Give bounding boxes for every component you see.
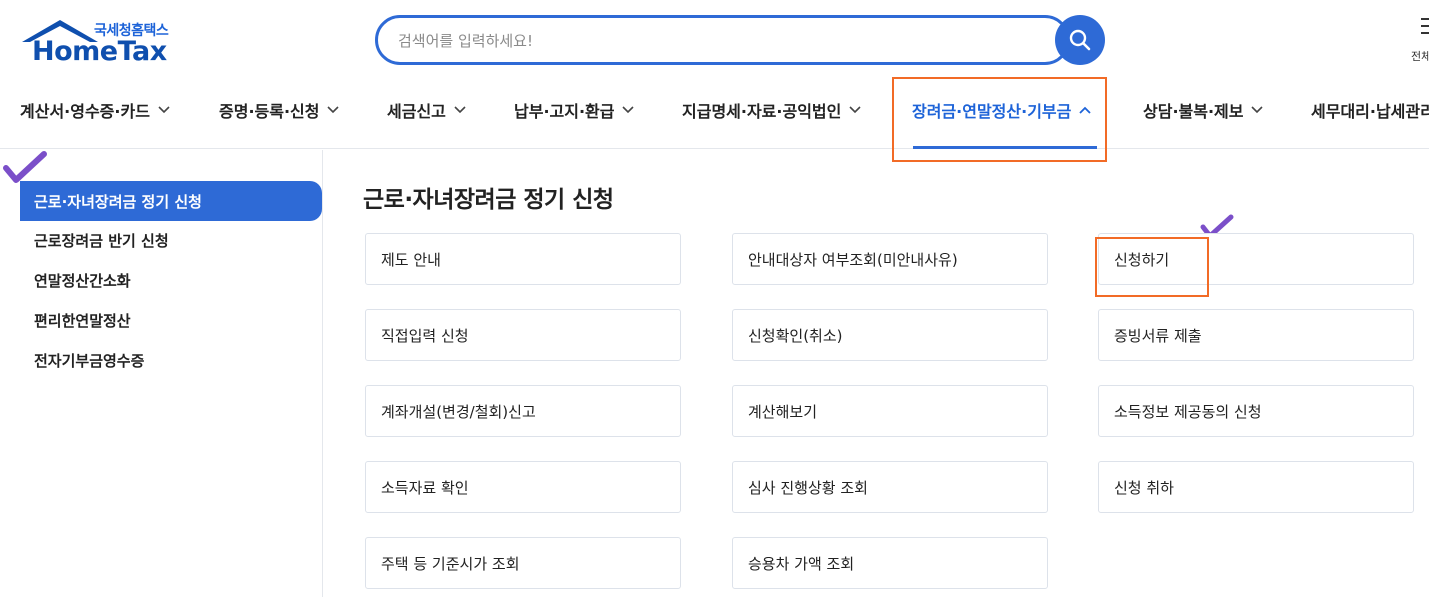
nav-item-invoice[interactable]: 계산서·영수증·카드	[20, 97, 170, 123]
chevron-down-icon	[454, 106, 466, 114]
card-housing-price[interactable]: 주택 등 기준시가 조회	[365, 537, 681, 589]
sidebar-item-label: 근로·자녀장려금 정기 신청	[34, 192, 202, 211]
nav-item-tax-return[interactable]: 세금신고	[387, 97, 466, 123]
card-eligibility-check[interactable]: 안내대상자 여부조회(미안내사유)	[732, 233, 1048, 285]
nav-item-certificate[interactable]: 증명·등록·신청	[219, 97, 340, 123]
card-label: 심사 진행상황 조회	[748, 478, 868, 497]
sidebar-item-label: 연말정산간소화	[34, 271, 131, 290]
hometax-logo[interactable]: 국세청홈택스 HomeTax	[20, 16, 180, 68]
card-direct-input[interactable]: 직접입력 신청	[365, 309, 681, 361]
nav-label: 납부·고지·환급	[514, 102, 615, 121]
logo-title: HomeTax	[32, 36, 167, 67]
all-menu-label: 전체메뉴	[1411, 50, 1429, 63]
card-confirm-cancel[interactable]: 신청확인(취소)	[732, 309, 1048, 361]
chevron-down-icon	[849, 106, 861, 114]
card-label: 소득자료 확인	[381, 478, 469, 497]
search-box	[375, 15, 1070, 65]
card-label: 계산해보기	[748, 402, 818, 421]
sidebar-item-donation-receipt[interactable]: 전자기부금영수증	[20, 340, 322, 380]
hamburger-icon	[1421, 18, 1429, 39]
chevron-down-icon	[1251, 106, 1264, 114]
card-review-status[interactable]: 심사 진행상황 조회	[732, 461, 1048, 513]
nav-label: 증명·등록·신청	[219, 102, 320, 121]
card-label: 제도 안내	[381, 250, 441, 269]
card-calculator[interactable]: 계산해보기	[732, 385, 1048, 437]
card-income-data[interactable]: 소득자료 확인	[365, 461, 681, 513]
card-label: 신청확인(취소)	[748, 326, 843, 345]
chevron-down-icon	[158, 106, 170, 114]
card-submit-documents[interactable]: 증빙서류 제출	[1098, 309, 1414, 361]
nav-item-agent[interactable]: 세무대리·납세관리	[1311, 97, 1429, 123]
card-label: 증빙서류 제출	[1114, 326, 1202, 345]
apply-annotation-box	[1095, 237, 1209, 297]
card-income-consent[interactable]: 소득정보 제공동의 신청	[1098, 385, 1414, 437]
card-label: 안내대상자 여부조회(미안내사유)	[748, 250, 958, 269]
card-label: 직접입력 신청	[381, 326, 469, 345]
sidebar-item-regular-application[interactable]: 근로·자녀장려금 정기 신청	[20, 181, 322, 221]
all-menu-button[interactable]: 전체메뉴	[1407, 14, 1429, 66]
nav-label: 상담·불복·제보	[1143, 102, 1244, 121]
card-label: 신청 취하	[1114, 478, 1174, 497]
card-account-report[interactable]: 계좌개설(변경/철회)신고	[365, 385, 681, 437]
search-input[interactable]	[398, 28, 1038, 54]
card-car-value[interactable]: 승용차 가액 조회	[732, 537, 1048, 589]
nav-label: 계산서·영수증·카드	[20, 102, 150, 121]
sidebar-item-year-end-simple[interactable]: 연말정산간소화	[20, 260, 322, 300]
nav-item-consult[interactable]: 상담·불복·제보	[1143, 97, 1264, 123]
sidebar-item-label: 전자기부금영수증	[34, 351, 145, 370]
page-title: 근로·자녀장려금 정기 신청	[363, 187, 614, 213]
nav-label: 세금신고	[387, 102, 446, 121]
sidebar-item-semiannual[interactable]: 근로장려금 반기 신청	[20, 220, 322, 260]
chevron-down-icon	[622, 106, 635, 114]
nav-item-statement[interactable]: 지급명세·자료·공익법인	[682, 97, 861, 123]
card-label: 승용차 가액 조회	[748, 554, 855, 573]
sidebar-item-label: 편리한연말정산	[34, 311, 131, 330]
nav-label: 지급명세·자료·공익법인	[682, 102, 842, 121]
card-system-guide[interactable]: 제도 안내	[365, 233, 681, 285]
card-label: 주택 등 기준시가 조회	[381, 554, 520, 573]
search-button[interactable]	[1055, 15, 1105, 65]
card-label: 계좌개설(변경/철회)신고	[381, 402, 536, 421]
nav-label: 세무대리·납세관리	[1311, 102, 1429, 121]
main-nav: 계산서·영수증·카드 증명·등록·신청 세금신고 납부·고지·환급 지급명세·자…	[0, 85, 1429, 149]
search-icon	[1069, 29, 1091, 51]
nav-annotation-box	[892, 77, 1107, 162]
checkmark-icon	[3, 151, 47, 183]
chevron-down-icon	[327, 106, 340, 114]
card-label: 소득정보 제공동의 신청	[1114, 402, 1262, 421]
nav-item-payment[interactable]: 납부·고지·환급	[514, 97, 635, 123]
sidebar-item-easy-year-end[interactable]: 편리한연말정산	[20, 300, 322, 340]
card-withdraw[interactable]: 신청 취하	[1098, 461, 1414, 513]
sidebar-item-label: 근로장려금 반기 신청	[34, 231, 169, 250]
